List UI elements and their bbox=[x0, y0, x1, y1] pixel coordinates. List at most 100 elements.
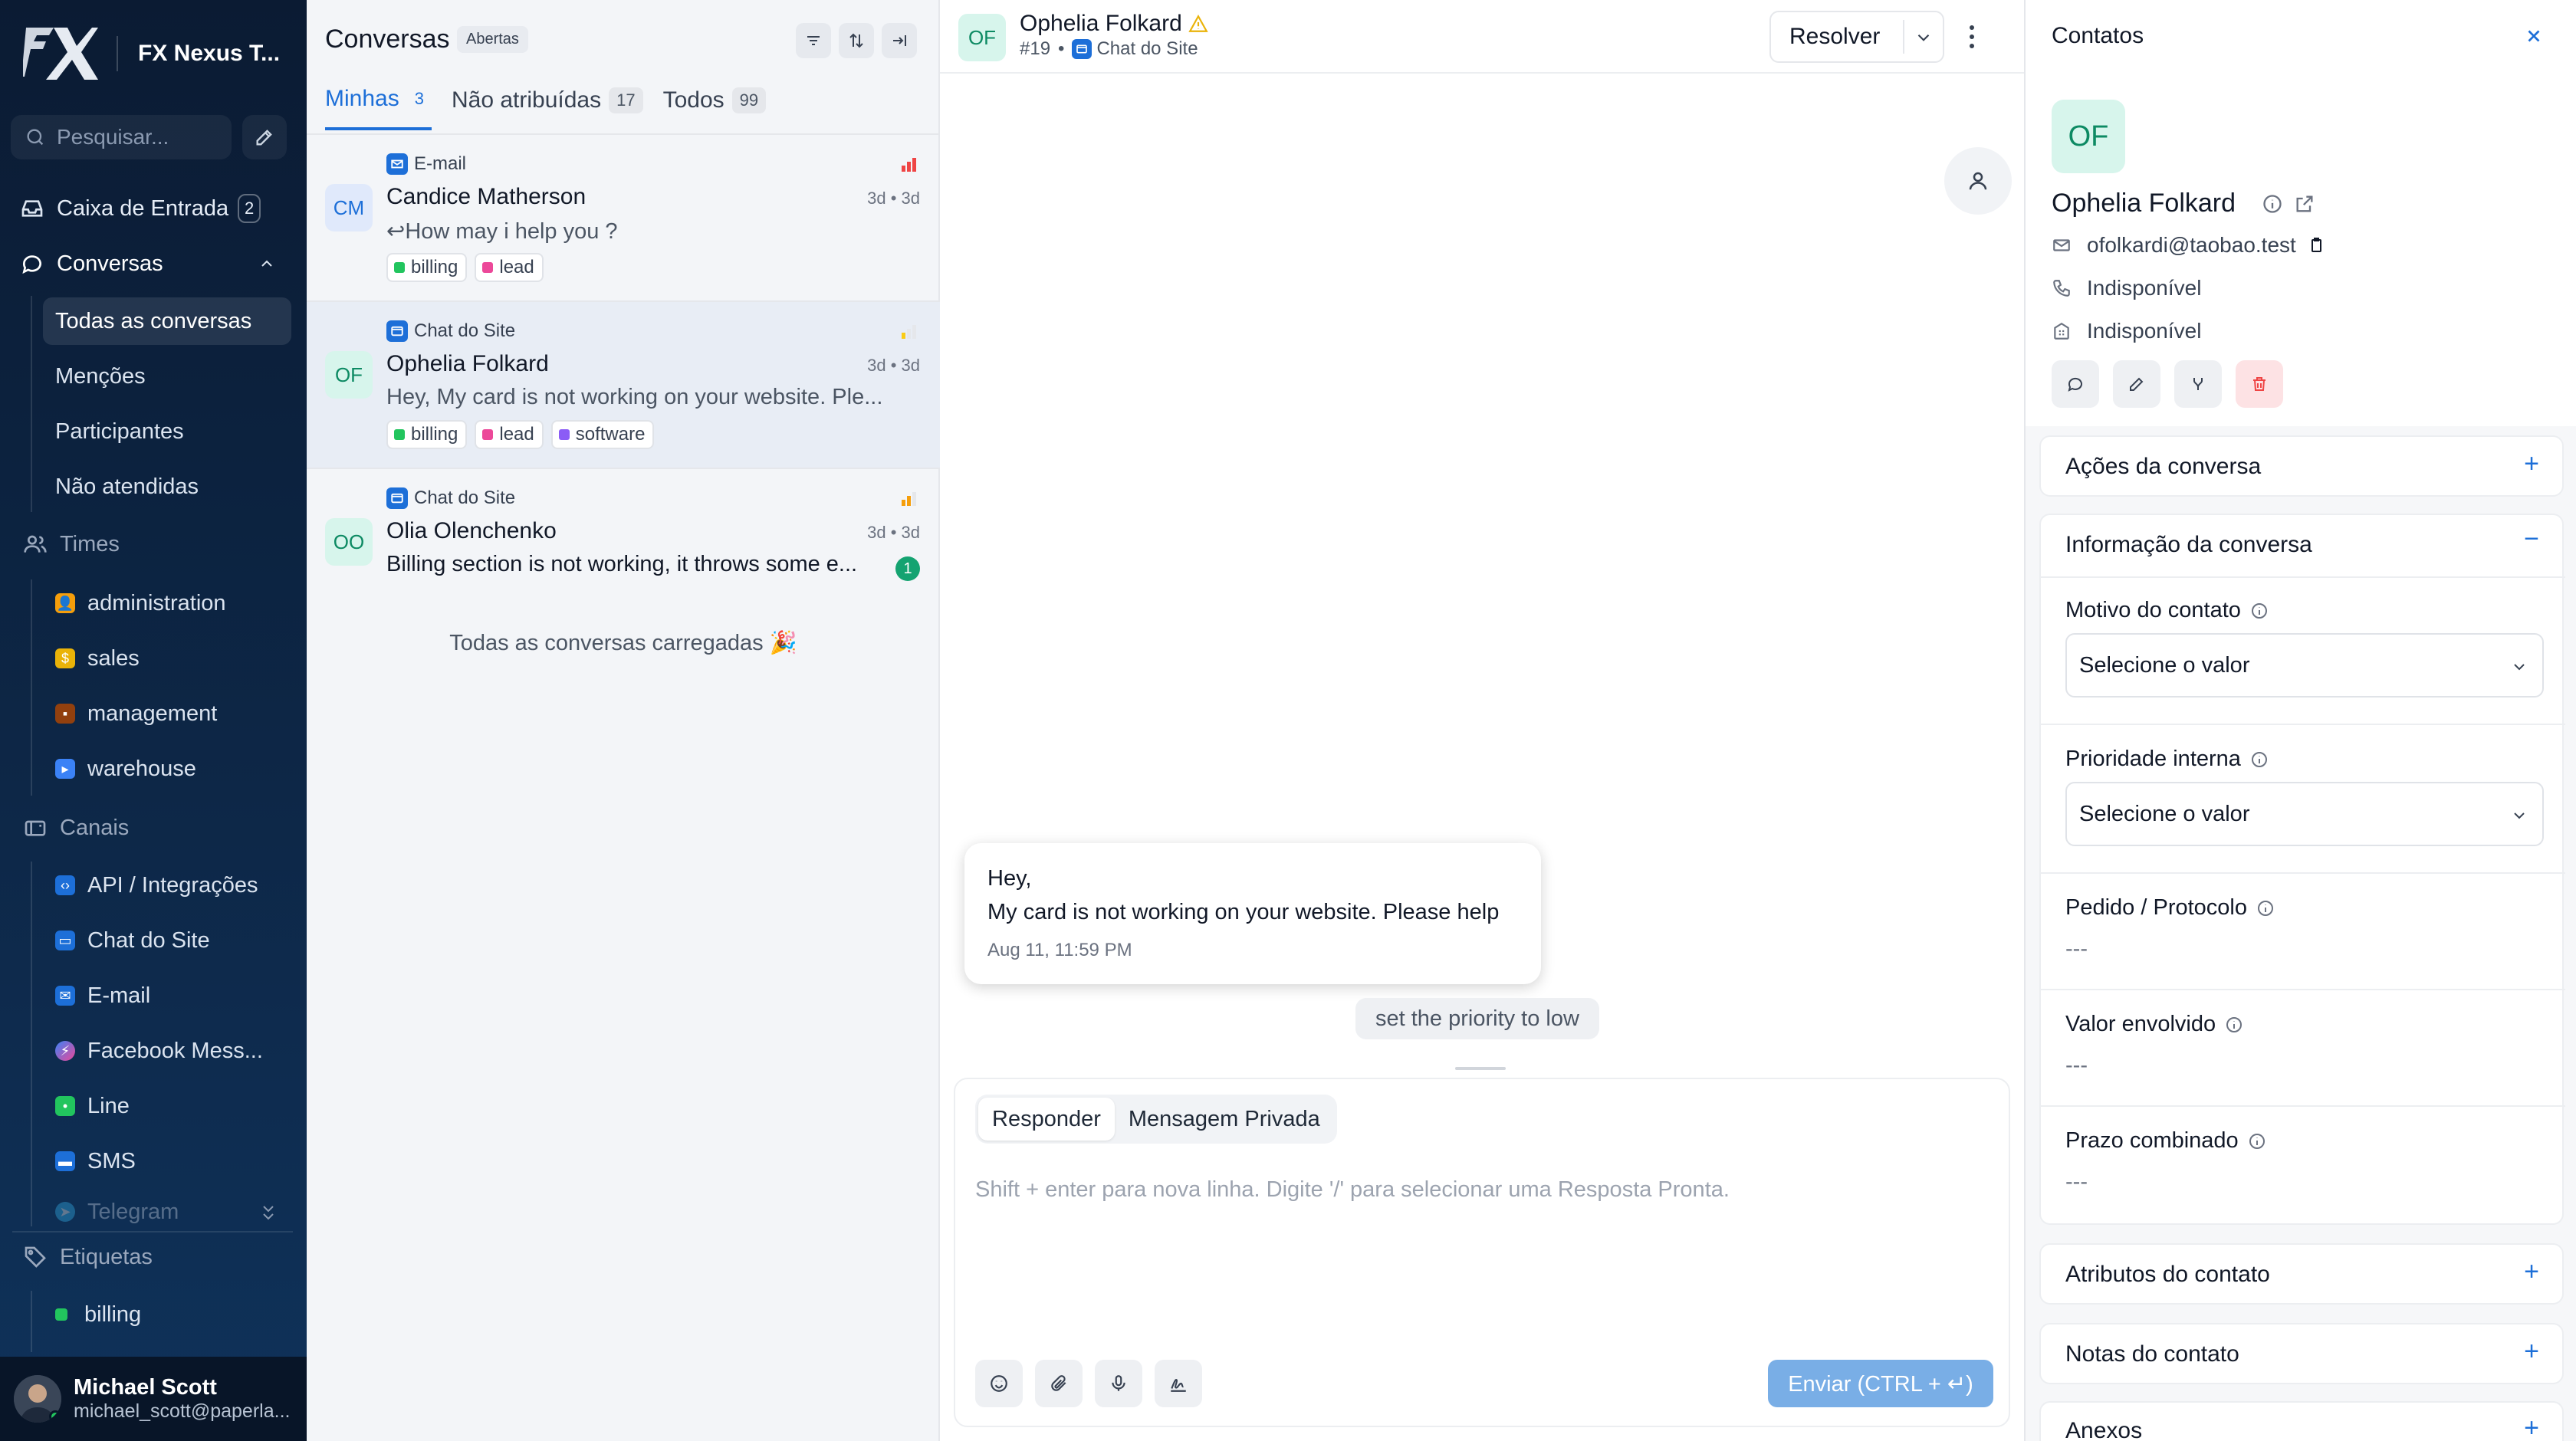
sidebar-item-conversations[interactable]: Conversas bbox=[20, 241, 288, 287]
tag-list: billing lead bbox=[386, 253, 551, 282]
sidebar-group-labels[interactable]: Etiquetas bbox=[23, 1234, 153, 1280]
message-line: My card is not working on your website. … bbox=[987, 900, 1500, 924]
sidebar-item-label-billing[interactable]: billing bbox=[43, 1291, 291, 1338]
section-title: Atributos do contato bbox=[2065, 1262, 2270, 1287]
inbox-icon bbox=[21, 200, 43, 217]
sidebar-item-label: warehouse bbox=[87, 756, 196, 781]
sidebar-item-participants[interactable]: Participantes bbox=[43, 408, 291, 455]
contact-name: Ophelia Folkard bbox=[386, 351, 549, 376]
sidebar-group-teams[interactable]: Times bbox=[23, 521, 120, 567]
contact-phone: Indisponível bbox=[2052, 276, 2201, 300]
search-input[interactable]: Pesquisar... bbox=[11, 115, 232, 159]
tag-icon bbox=[25, 1246, 46, 1268]
team-emoji-icon: 👤 bbox=[55, 593, 75, 613]
sidebar-item-inbox[interactable]: Caixa de Entrada 2 bbox=[20, 185, 261, 231]
sidebar-item-channel-line[interactable]: • Line bbox=[43, 1082, 291, 1130]
sidebar-item-team-administration[interactable]: 👤 administration bbox=[43, 579, 291, 627]
tab-mine[interactable]: Minhas 3 bbox=[325, 86, 432, 130]
filter-button[interactable] bbox=[796, 23, 831, 58]
filter-icon bbox=[807, 36, 820, 45]
sidebar-item-channel-facebook[interactable]: ⚡ Facebook Mess... bbox=[43, 1027, 291, 1075]
website-icon bbox=[1072, 39, 1092, 59]
emoji-icon bbox=[991, 1375, 1007, 1392]
reason-select[interactable]: Selecione o valor bbox=[2065, 633, 2544, 698]
website-icon: ▭ bbox=[55, 931, 75, 950]
section-title: Ações da conversa bbox=[2065, 454, 2262, 479]
priority-icon bbox=[902, 325, 916, 339]
all-loaded-message: Todas as conversas carregadas 🎉 bbox=[449, 631, 797, 655]
audio-button[interactable] bbox=[1095, 1360, 1142, 1407]
send-button[interactable]: Enviar (CTRL + ↵) bbox=[1768, 1360, 1993, 1407]
user-icon bbox=[1969, 172, 1987, 190]
sidebar-group-channels[interactable]: Canais bbox=[23, 805, 129, 851]
resize-handle[interactable] bbox=[1455, 1067, 1506, 1070]
new-message-button[interactable] bbox=[2052, 360, 2099, 408]
signature-button[interactable] bbox=[1155, 1360, 1202, 1407]
current-user[interactable]: Michael Scott michael_scott@paperla... bbox=[0, 1357, 307, 1441]
scroll-down-icon[interactable] bbox=[259, 1200, 278, 1225]
chevron-down-icon[interactable] bbox=[1914, 28, 1934, 48]
emoji-button[interactable] bbox=[975, 1360, 1023, 1407]
section-contact-notes[interactable]: Notas do contato + bbox=[2039, 1323, 2564, 1384]
tab-reply[interactable]: Responder bbox=[978, 1098, 1115, 1141]
order-value[interactable]: --- bbox=[2065, 937, 2088, 962]
contact-actions bbox=[2052, 360, 2297, 408]
sort-button[interactable] bbox=[839, 23, 874, 58]
message-input[interactable]: Shift + enter para nova linha. Digite '/… bbox=[975, 1177, 1730, 1203]
info-icon[interactable] bbox=[2262, 193, 2283, 215]
deadline-value[interactable]: --- bbox=[2065, 1170, 2088, 1195]
sidebar-group-label: Canais bbox=[60, 815, 130, 840]
minus-icon[interactable]: − bbox=[2524, 524, 2539, 554]
sidebar-item-channel-api[interactable]: ‹› API / Integrações bbox=[43, 862, 291, 909]
sidebar-item-all-conversations[interactable]: Todas as conversas bbox=[43, 297, 291, 345]
label-color-dot bbox=[55, 1308, 67, 1321]
sidebar-item-team-warehouse[interactable]: ▸ warehouse bbox=[43, 745, 291, 793]
external-link-icon[interactable] bbox=[2294, 193, 2315, 215]
merge-contact-button[interactable] bbox=[2174, 360, 2222, 408]
copy-icon[interactable] bbox=[2307, 236, 2325, 254]
close-icon[interactable] bbox=[2524, 26, 2544, 46]
priority-select[interactable]: Selecione o valor bbox=[2065, 782, 2544, 846]
collapse-panel-button[interactable] bbox=[882, 23, 917, 58]
edit-contact-button[interactable] bbox=[2113, 360, 2160, 408]
brand: FX Nexus T... bbox=[23, 23, 280, 84]
contact-panel-title: Contatos bbox=[2052, 23, 2144, 48]
sidebar-item-unattended[interactable]: Não atendidas bbox=[43, 463, 291, 510]
sidebar-item-channel-email[interactable]: ✉ E-mail bbox=[43, 972, 291, 1019]
conversation-channel: E-mail bbox=[386, 153, 466, 175]
contact-panel-toggle[interactable] bbox=[1944, 147, 2012, 215]
conversation-item-active[interactable]: OF Chat do Site Ophelia Folkard 3d • 3d … bbox=[307, 302, 940, 469]
chat-contact-name[interactable]: Ophelia Folkard bbox=[1020, 11, 1208, 37]
plus-icon: + bbox=[2524, 1257, 2539, 1286]
tab-private-note[interactable]: Mensagem Privada bbox=[1115, 1098, 1334, 1141]
sidebar-item-mentions[interactable]: Menções bbox=[43, 353, 291, 400]
section-contact-attributes[interactable]: Atributos do contato + bbox=[2039, 1243, 2564, 1305]
section-attachments[interactable]: Anexos + bbox=[2039, 1401, 2564, 1441]
mail-icon: ✉ bbox=[55, 986, 75, 1006]
status-badge[interactable]: Abertas bbox=[457, 26, 528, 53]
channels-icon bbox=[25, 820, 46, 836]
tab-all[interactable]: Todos 99 bbox=[663, 86, 767, 130]
paperclip-icon bbox=[1051, 1375, 1066, 1391]
delete-contact-button[interactable] bbox=[2236, 360, 2283, 408]
tab-unassigned[interactable]: Não atribuídas 17 bbox=[452, 86, 643, 130]
more-options-icon[interactable] bbox=[1967, 23, 1976, 51]
amount-value[interactable]: --- bbox=[2065, 1053, 2088, 1078]
section-conversation-actions[interactable]: Ações da conversa + bbox=[2039, 435, 2564, 497]
sidebar-item-channel-sms[interactable]: ▬ SMS bbox=[43, 1137, 291, 1185]
attach-button[interactable] bbox=[1035, 1360, 1083, 1407]
compose-button[interactable] bbox=[242, 115, 287, 159]
conversation-list-panel: Conversas Abertas Minhas 3 Não atribuída… bbox=[307, 0, 940, 1441]
sidebar-item-team-management[interactable]: ▪ management bbox=[43, 690, 291, 737]
avatar bbox=[14, 1375, 61, 1423]
sidebar-item-team-sales[interactable]: $ sales bbox=[43, 635, 291, 682]
conversation-item[interactable]: CM E-mail Candice Matherson 3d • 3d ↩How… bbox=[307, 135, 940, 302]
unread-count-badge: 1 bbox=[895, 556, 920, 581]
sidebar-item-channel-website[interactable]: ▭ Chat do Site bbox=[43, 917, 291, 964]
sidebar-item-channel-telegram[interactable]: ➤ Telegram bbox=[43, 1193, 291, 1231]
resolve-button[interactable]: Resolver bbox=[1769, 11, 1944, 63]
conversation-item[interactable]: OO Chat do Site Olia Olenchenko 3d • 3d … bbox=[307, 469, 940, 592]
chevron-down-icon bbox=[2514, 664, 2525, 671]
tab-count: 17 bbox=[609, 87, 643, 113]
avatar: CM bbox=[325, 184, 373, 231]
